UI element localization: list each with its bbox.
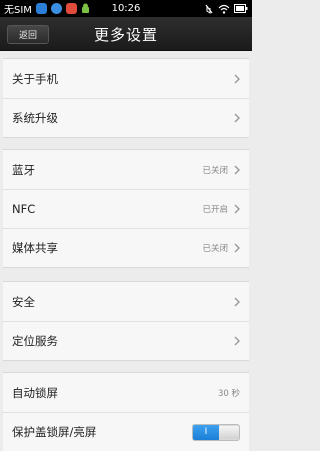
setting-system-update[interactable]: 系统升级	[3, 98, 249, 137]
setting-label: 系统升级	[12, 111, 58, 125]
status-bar: 无SIM 10:26	[0, 0, 252, 17]
chevron-right-icon	[234, 336, 240, 346]
wifi-icon	[218, 4, 230, 14]
setting-status: 已关闭	[202, 244, 228, 254]
setting-status: 已关闭	[202, 165, 228, 176]
settings-group-security: 安全 定位服务	[3, 281, 249, 361]
chevron-right-icon	[234, 243, 240, 253]
battery-icon	[234, 4, 248, 13]
setting-label: 自动锁屏	[12, 385, 58, 400]
carrier-text: 无SIM	[4, 5, 32, 16]
setting-auto-lock[interactable]: 自动锁屏 30 秒	[3, 373, 249, 412]
chevron-right-icon	[234, 165, 240, 174]
header: 返回 更多设置	[0, 17, 252, 51]
setting-label: NFC	[12, 202, 36, 216]
setting-location[interactable]: 定位服务	[3, 321, 249, 360]
settings-group-connectivity: 蓝牙 已关闭 NFC 已开启 媒体共享 已关闭	[3, 149, 249, 268]
setting-bluetooth[interactable]: 蓝牙 已关闭	[3, 150, 249, 189]
page-title: 更多设置	[93, 26, 158, 44]
status-left: 无SIM	[4, 1, 90, 16]
setting-about-phone[interactable]: 关于手机	[3, 59, 249, 98]
chevron-right-icon	[234, 297, 240, 306]
setting-label: 定位服务	[12, 334, 58, 348]
chevron-right-icon	[234, 74, 240, 83]
setting-label: 蓝牙	[12, 162, 35, 177]
setting-status: 已开启	[202, 205, 228, 215]
cover-lock-toggle[interactable]: I	[192, 423, 240, 441]
toggle-on-label: I	[193, 424, 219, 440]
setting-label: 保护盖锁屏/亮屏	[12, 425, 97, 439]
settings-group-device: 关于手机 系统升级	[3, 58, 249, 138]
setting-label: 媒体共享	[12, 241, 58, 255]
setting-label: 关于手机	[12, 71, 58, 86]
chevron-right-icon	[234, 113, 240, 123]
setting-label: 安全	[12, 294, 35, 309]
settings-group-screen: 自动锁屏 30 秒 保护盖锁屏/亮屏 I	[3, 372, 249, 451]
sim-app-icon	[65, 3, 77, 14]
toggle-knob	[219, 425, 239, 439]
android-icon	[81, 3, 89, 13]
setting-nfc[interactable]: NFC 已开启	[3, 189, 249, 228]
app-icon	[35, 3, 47, 14]
qq-icon	[50, 3, 62, 14]
status-right	[204, 4, 248, 14]
setting-security[interactable]: 安全	[3, 282, 249, 321]
setting-cover-lock[interactable]: 保护盖锁屏/亮屏 I	[3, 412, 249, 451]
setting-media-share[interactable]: 媒体共享 已关闭	[3, 228, 249, 267]
mute-icon	[205, 4, 213, 14]
chevron-right-icon	[234, 204, 240, 214]
setting-value: 30 秒	[217, 388, 240, 399]
